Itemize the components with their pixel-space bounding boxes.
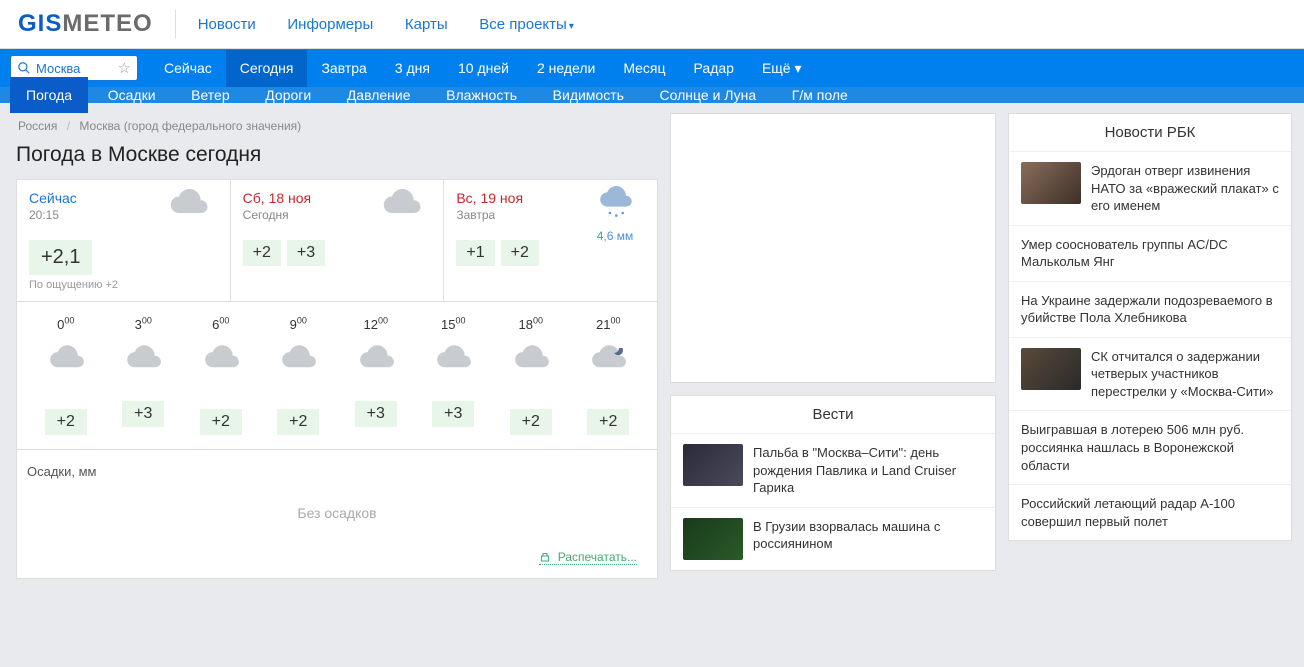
sidebar-right: Новости РБК Эрдоган отверг извинения НАТ… xyxy=(1008,103,1304,563)
search-input[interactable] xyxy=(36,61,106,76)
card-now[interactable]: Сейчас 20:15 +2,1 По ощущению +2 xyxy=(17,180,230,301)
nav-informers[interactable]: Информеры xyxy=(287,16,373,33)
news-text: Российский летающий радар А-100 совершил… xyxy=(1021,495,1279,530)
star-icon[interactable]: ☆ xyxy=(118,59,131,77)
news-thumb xyxy=(1021,162,1081,204)
cloud-rain-icon: 4,6 мм xyxy=(591,186,639,243)
news-rbc: Новости РБК Эрдоган отверг извинения НАТ… xyxy=(1008,113,1292,541)
news-text: Пальба в "Москва–Сити": день рождения Па… xyxy=(753,444,983,497)
news-text: Эрдоган отверг извинения НАТО за «вражес… xyxy=(1091,162,1279,215)
hour-temp: +2 xyxy=(27,409,105,435)
news-thumb xyxy=(1021,348,1081,390)
divider xyxy=(175,10,176,38)
forecast-cards: Сейчас 20:15 +2,1 По ощущению +2 Сб, 18 … xyxy=(16,179,658,302)
precip-section: Осадки, мм Без осадков Распечатать... xyxy=(16,450,658,579)
logo-part2: METEO xyxy=(62,10,152,37)
hour-icon xyxy=(27,342,105,379)
hour-icon xyxy=(570,342,648,379)
hour-time: 1200 xyxy=(337,316,415,332)
news-vesti: Вести Пальба в "Москва–Сити": день рожде… xyxy=(670,395,996,571)
nav-news[interactable]: Новости xyxy=(198,16,256,33)
card-today[interactable]: Сб, 18 ноя Сегодня +2 +3 xyxy=(230,180,444,301)
printer-icon xyxy=(539,552,551,564)
ad-placeholder xyxy=(670,113,996,383)
search-icon xyxy=(17,61,31,75)
hour-temp: +2 xyxy=(260,409,338,435)
news-item[interactable]: СК отчитался о задержании четверых участ… xyxy=(1009,338,1291,412)
cloud-icon xyxy=(164,186,212,225)
feel-label: По ощущению +2 xyxy=(29,279,218,291)
card-tomorrow[interactable]: Вс, 19 ноя Завтра 4,6 мм +1 +2 xyxy=(443,180,657,301)
hour-temp: +2 xyxy=(570,409,648,435)
hour-icon xyxy=(415,342,493,379)
hour-time: 2100 xyxy=(570,316,648,332)
hour-temp: +3 xyxy=(415,409,493,435)
hour-time: 600 xyxy=(182,316,260,332)
main-content: Россия / Москва (город федерального знач… xyxy=(0,103,658,589)
temp-min: +2 xyxy=(243,240,281,266)
hour-temp: +2 xyxy=(182,409,260,435)
print-label: Распечатать... xyxy=(558,550,637,564)
hour-temp: +2 xyxy=(492,409,570,435)
hour-time: 300 xyxy=(105,316,183,332)
news-item[interactable]: Российский летающий радар А-100 совершил… xyxy=(1009,485,1291,540)
hour-icon xyxy=(182,342,260,379)
breadcrumb-item[interactable]: Москва (город федерального значения) xyxy=(79,119,301,133)
news-text: На Украине задержали подозреваемого в уб… xyxy=(1021,292,1279,327)
no-precip-text: Без осадков xyxy=(27,497,647,541)
hour-icon xyxy=(260,342,338,379)
temp-max: +2 xyxy=(501,240,539,266)
precip-title: Осадки, мм xyxy=(27,464,647,479)
chevron-down-icon: ▾ xyxy=(795,60,802,76)
blue-bar-2: Погода Осадки Ветер Дороги Давление Влаж… xyxy=(0,87,1304,103)
sidebar-middle: Вести Пальба в "Москва–Сити": день рожде… xyxy=(670,103,996,593)
breadcrumb: Россия / Москва (город федерального знач… xyxy=(16,113,658,143)
hour-temp: +3 xyxy=(337,409,415,435)
chevron-down-icon: ▾ xyxy=(569,21,574,32)
news-block-title: Новости РБК xyxy=(1009,114,1291,152)
hour-time: 1500 xyxy=(415,316,493,332)
news-thumb xyxy=(683,518,743,560)
news-item[interactable]: В Грузии взорвалась машина с россиянином xyxy=(671,508,995,570)
hour-time: 1800 xyxy=(492,316,570,332)
breadcrumb-item[interactable]: Россия xyxy=(18,119,57,133)
logo-part1: GIS xyxy=(18,10,62,37)
logo[interactable]: GISMETEO xyxy=(18,10,153,38)
top-nav: Новости Информеры Карты Все проекты▾ xyxy=(198,16,602,33)
precip-amount: 4,6 мм xyxy=(591,229,639,243)
temp-now: +2,1 xyxy=(29,240,92,275)
news-text: Выигравшая в лотерею 506 млн руб. россия… xyxy=(1021,421,1279,474)
hour-temp: +3 xyxy=(105,409,183,435)
news-block-title: Вести xyxy=(671,396,995,434)
print-row: Распечатать... xyxy=(27,541,647,564)
hour-icon xyxy=(337,342,415,379)
hourly-forecast: 0003006009001200150018002100 +2+3+2+2+3+… xyxy=(16,302,658,450)
hour-time: 900 xyxy=(260,316,338,332)
news-item[interactable]: На Украине задержали подозреваемого в уб… xyxy=(1009,282,1291,338)
nav-maps[interactable]: Карты xyxy=(405,16,448,33)
news-item[interactable]: Эрдоган отверг извинения НАТО за «вражес… xyxy=(1009,152,1291,226)
nav-all-projects-label: Все проекты xyxy=(479,16,567,33)
news-item[interactable]: Пальба в "Москва–Сити": день рождения Па… xyxy=(671,434,995,508)
nav-all-projects[interactable]: Все проекты▾ xyxy=(479,16,574,33)
hour-time: 000 xyxy=(27,316,105,332)
news-thumb xyxy=(683,444,743,486)
tab-more-label: Ещё xyxy=(762,60,791,76)
hour-icon xyxy=(105,342,183,379)
hour-icon xyxy=(492,342,570,379)
header: GISMETEO Новости Информеры Карты Все про… xyxy=(0,0,1304,49)
breadcrumb-sep: / xyxy=(67,119,70,133)
page-title: Погода в Москве сегодня xyxy=(16,143,658,167)
news-text: Умер сооснователь группы AC/DC Малькольм… xyxy=(1021,236,1279,271)
temp-max: +3 xyxy=(287,240,325,266)
print-link[interactable]: Распечатать... xyxy=(539,550,637,565)
cloud-icon xyxy=(377,186,425,225)
metric-tabs: Погода Осадки Ветер Дороги Давление Влаж… xyxy=(10,87,864,103)
news-item[interactable]: Выигравшая в лотерею 506 млн руб. россия… xyxy=(1009,411,1291,485)
news-text: В Грузии взорвалась машина с россиянином xyxy=(753,518,983,553)
news-text: СК отчитался о задержании четверых участ… xyxy=(1091,348,1279,401)
temp-min: +1 xyxy=(456,240,494,266)
news-item[interactable]: Умер сооснователь группы AC/DC Малькольм… xyxy=(1009,226,1291,282)
